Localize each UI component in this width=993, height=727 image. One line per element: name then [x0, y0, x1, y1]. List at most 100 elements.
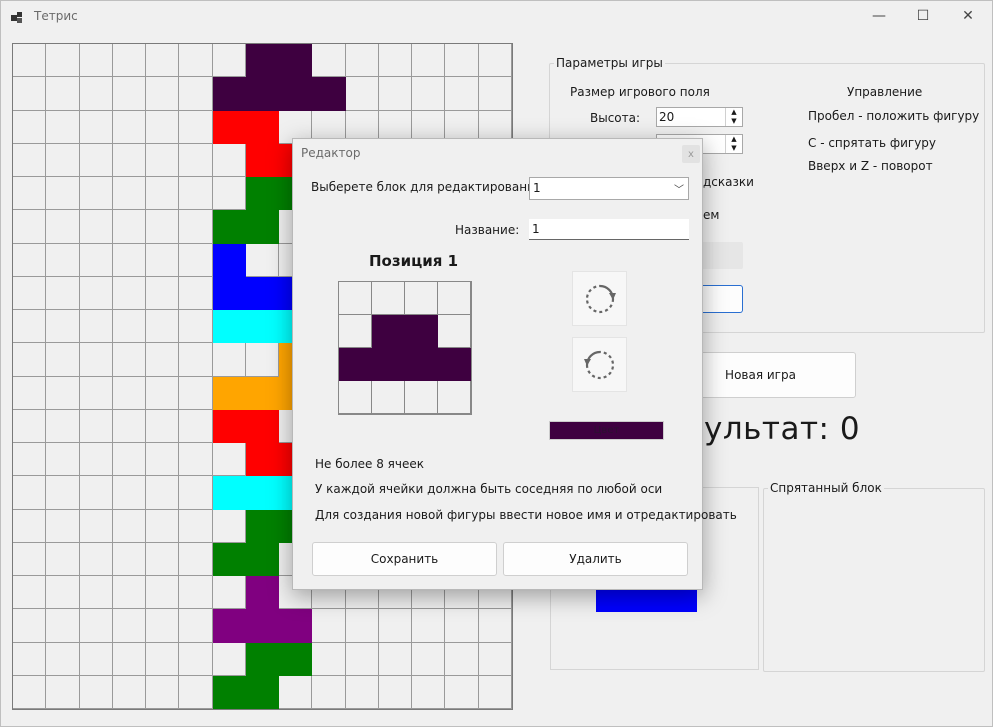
shape-grid-cell[interactable] [438, 315, 471, 348]
controls-line: Пробел - положить фигуру [808, 109, 980, 123]
board-cell [245, 276, 280, 310]
app-icon [11, 12, 22, 23]
settings-focused-button[interactable] [701, 285, 743, 313]
block-select[interactable]: 1 ﹀ [529, 177, 689, 200]
board-cell [412, 77, 446, 111]
board-cell [79, 243, 113, 277]
board-cell [46, 210, 80, 244]
board-cell [179, 143, 213, 177]
height-value: 20 [659, 110, 675, 124]
shape-grid-cell[interactable] [372, 381, 405, 414]
board-cell [179, 476, 213, 510]
shape-grid-cell[interactable] [405, 381, 438, 414]
color-button[interactable]: Цвет [549, 421, 664, 440]
shape-grid-cell[interactable] [405, 348, 438, 381]
shape-grid-cell[interactable] [438, 282, 471, 315]
rotate-clockwise-button[interactable] [572, 271, 627, 326]
board-cell [13, 177, 47, 211]
stepper-up-icon[interactable]: ▲ [726, 108, 742, 117]
close-button[interactable]: ✕ [945, 1, 991, 31]
stepper-up-icon[interactable]: ▲ [726, 135, 742, 144]
board-cell [212, 310, 246, 344]
board-cell [478, 642, 512, 676]
board-cell [412, 44, 446, 78]
board-cell [245, 675, 280, 709]
shape-grid-cell[interactable] [405, 282, 438, 315]
board-cell [179, 376, 213, 410]
stepper-down-icon[interactable]: ▼ [726, 144, 742, 153]
board-cell [46, 476, 80, 510]
board-cell [13, 310, 47, 344]
board-cell [146, 675, 180, 709]
minimize-button[interactable]: — [856, 1, 902, 31]
board-cell [179, 276, 213, 310]
board-cell [245, 642, 280, 676]
title-bar: Тетрис — ☐ ✕ [1, 1, 992, 33]
minimize-icon: — [872, 8, 886, 24]
close-icon: x [688, 148, 694, 160]
height-stepper[interactable]: 20 ▲ ▼ [656, 107, 743, 127]
shape-grid-cell[interactable] [438, 348, 471, 381]
board-cell [245, 476, 280, 510]
board-cell [79, 110, 113, 144]
stepper-down-icon[interactable]: ▼ [726, 117, 742, 126]
board-cell [146, 609, 180, 643]
main-window: Тетрис — ☐ ✕ Параметры игры Размер игров… [0, 0, 993, 727]
name-input[interactable]: 1 [529, 219, 689, 240]
board-cell [245, 143, 280, 177]
board-cell [179, 443, 213, 477]
board-cell [279, 675, 313, 709]
board-cell [79, 609, 113, 643]
board-cell [212, 675, 246, 709]
shape-grid-cell[interactable] [339, 315, 372, 348]
board-cell [412, 642, 446, 676]
board-cell [212, 642, 246, 676]
rotate-counterclockwise-icon [583, 350, 614, 379]
board-cell [46, 675, 80, 709]
shape-grid-cell[interactable] [339, 282, 372, 315]
board-cell [212, 210, 246, 244]
board-cell [79, 542, 113, 576]
board-cell [212, 542, 246, 576]
board-cell [46, 576, 80, 610]
board-cell [378, 77, 413, 111]
board-cell [112, 44, 147, 78]
window-title: Тетрис [34, 9, 78, 23]
maximize-button[interactable]: ☐ [900, 1, 946, 31]
save-button[interactable]: Сохранить [312, 542, 497, 576]
delete-button[interactable]: Удалить [503, 542, 688, 576]
shape-grid-cell[interactable] [339, 381, 372, 414]
board-cell [345, 642, 379, 676]
shape-grid-cell[interactable] [372, 315, 405, 348]
shape-grid-cell[interactable] [438, 381, 471, 414]
editor-dialog: Редактор x Выберете блок для редактирова… [292, 138, 737, 590]
board-cell [445, 642, 479, 676]
editor-close-button[interactable]: x [682, 145, 700, 163]
board-cell [146, 276, 180, 310]
hidden-block-group: Спрятанный блок [763, 481, 985, 672]
board-cell [146, 376, 180, 410]
board-cell [245, 343, 280, 377]
board-cell [478, 609, 512, 643]
board-cell [378, 44, 413, 78]
game-settings-title: Параметры игры [556, 56, 663, 70]
shape-grid-cell[interactable] [372, 282, 405, 315]
board-cell [112, 243, 147, 277]
board-cell [13, 376, 47, 410]
board-cell [79, 509, 113, 543]
board-cell [245, 210, 280, 244]
board-cell [13, 542, 47, 576]
settings-apply-button[interactable] [701, 242, 743, 269]
board-cell [212, 476, 246, 510]
rotate-clockwise-icon [585, 284, 616, 313]
board-cell [312, 675, 346, 709]
board-cell [212, 276, 246, 310]
board-cell [312, 609, 346, 643]
shape-grid-cell[interactable] [405, 315, 438, 348]
controls-line: C - спрятать фигуру [808, 136, 937, 150]
shape-grid-cell[interactable] [339, 348, 372, 381]
rotate-counterclockwise-button[interactable] [572, 337, 627, 392]
shape-editor-grid[interactable] [338, 281, 472, 415]
shape-grid-cell[interactable] [372, 348, 405, 381]
board-cell [212, 243, 246, 277]
